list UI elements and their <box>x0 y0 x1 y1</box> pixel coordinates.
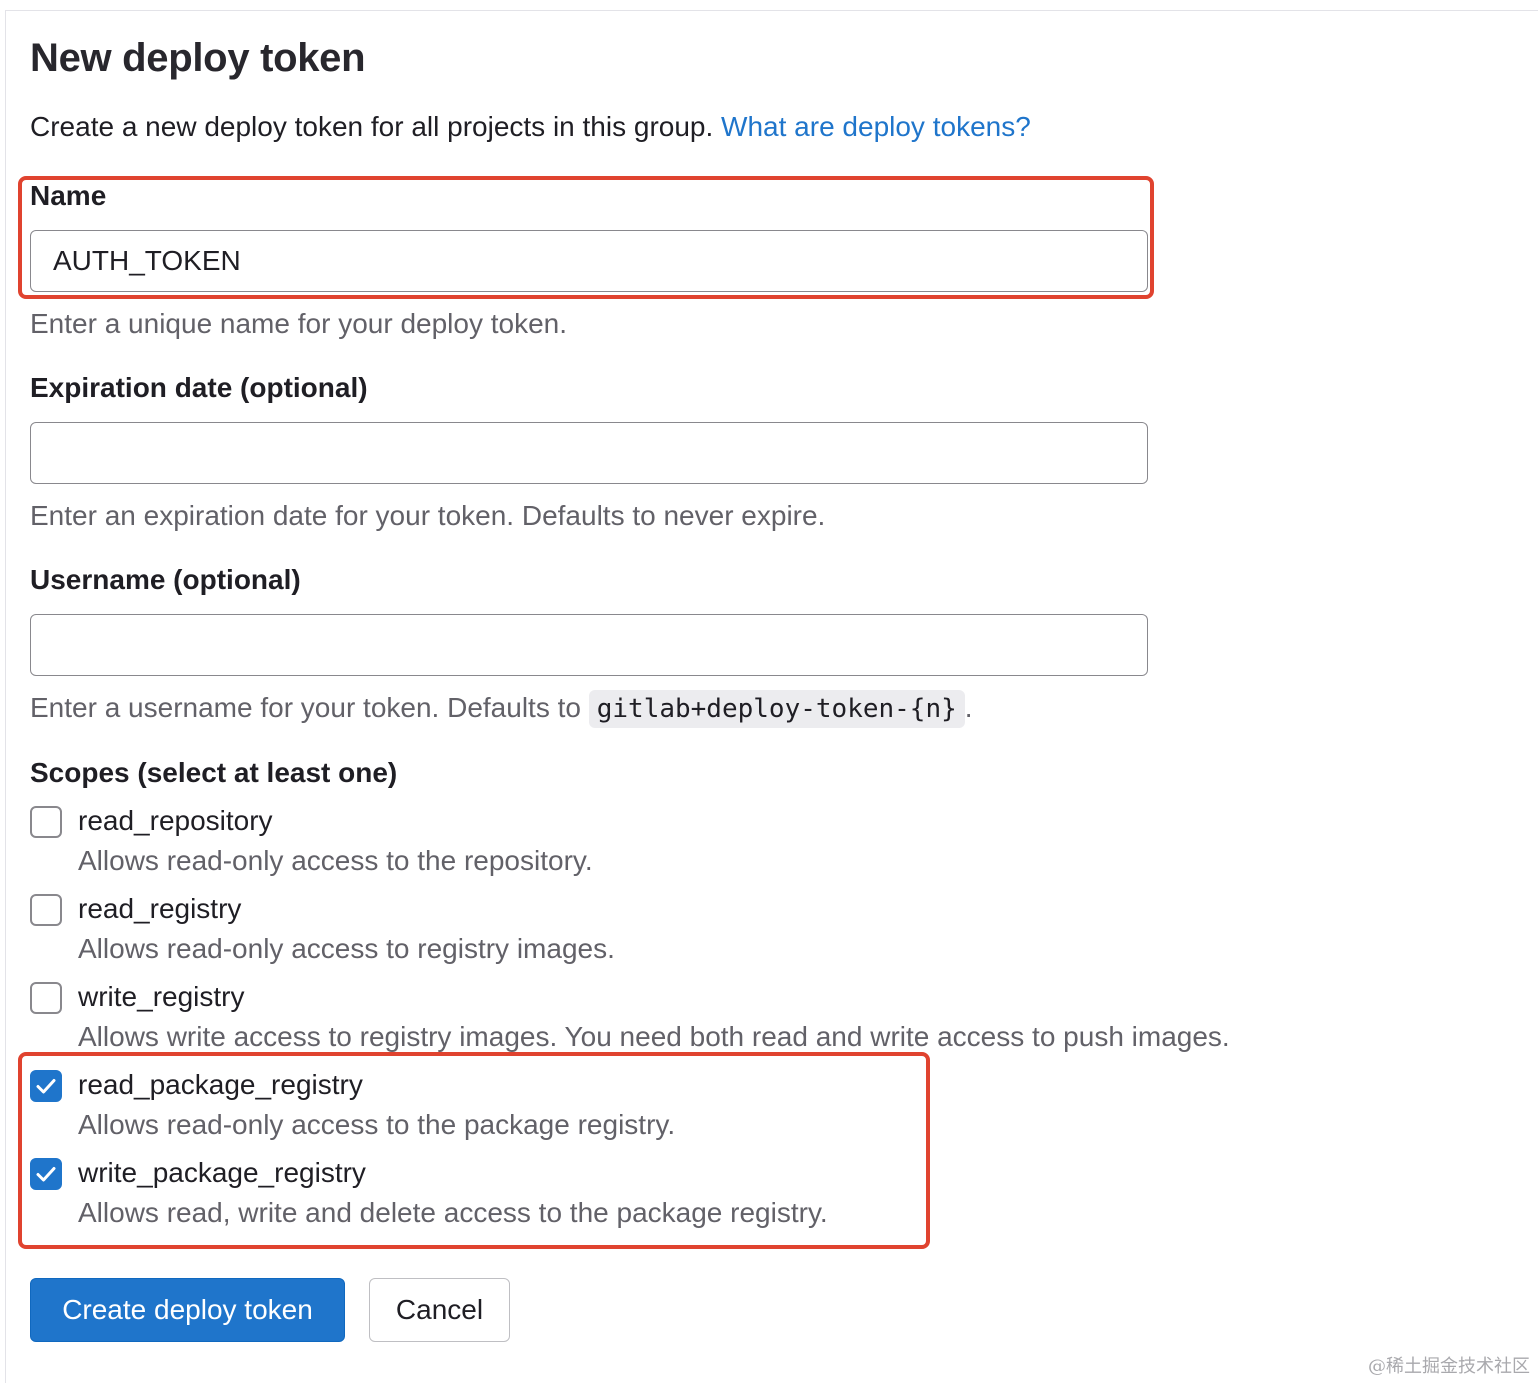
expiration-label: Expiration date (optional) <box>30 372 368 404</box>
intro-description: Create a new deploy token for all projec… <box>30 111 713 142</box>
read-package-registry-label[interactable]: read_package_registry <box>78 1069 363 1101</box>
read-registry-checkbox[interactable] <box>30 894 62 926</box>
write-package-registry-checkbox[interactable] <box>30 1158 62 1190</box>
username-help-prefix: Enter a username for your token. Default… <box>30 692 581 723</box>
expiration-date-input[interactable] <box>30 422 1148 484</box>
scopes-label: Scopes (select at least one) <box>30 757 397 789</box>
username-help-suffix: . <box>965 692 973 723</box>
write-package-registry-description: Allows read, write and delete access to … <box>78 1197 828 1229</box>
page-title: New deploy token <box>30 36 365 81</box>
username-label: Username (optional) <box>30 564 301 596</box>
intro-text: Create a new deploy token for all projec… <box>30 111 1031 143</box>
read-package-registry-checkbox[interactable] <box>30 1070 62 1102</box>
write-package-registry-label[interactable]: write_package_registry <box>78 1157 366 1189</box>
read-package-registry-description: Allows read-only access to the package r… <box>78 1109 675 1141</box>
username-input[interactable] <box>30 614 1148 676</box>
read-registry-label[interactable]: read_registry <box>78 893 241 925</box>
watermark: @稀土掘金技术社区 <box>1368 1352 1530 1378</box>
expiration-help-text: Enter an expiration date for your token.… <box>30 500 825 532</box>
write-registry-checkbox[interactable] <box>30 982 62 1014</box>
read-repository-label[interactable]: read_repository <box>78 805 273 837</box>
read-registry-description: Allows read-only access to registry imag… <box>78 933 615 965</box>
deploy-tokens-help-link[interactable]: What are deploy tokens? <box>721 111 1031 142</box>
write-registry-description: Allows write access to registry images. … <box>78 1021 1230 1053</box>
read-repository-checkbox[interactable] <box>30 806 62 838</box>
name-input[interactable]: AUTH_TOKEN <box>30 230 1148 292</box>
create-deploy-token-button[interactable]: Create deploy token <box>30 1278 345 1342</box>
username-default-code: gitlab+deploy-token-{n} <box>589 690 965 728</box>
cancel-button[interactable]: Cancel <box>369 1278 510 1342</box>
write-registry-label[interactable]: write_registry <box>78 981 244 1013</box>
read-repository-description: Allows read-only access to the repositor… <box>78 845 593 877</box>
check-icon <box>32 1072 60 1100</box>
check-icon <box>32 1160 60 1188</box>
name-help-text: Enter a unique name for your deploy toke… <box>30 308 567 340</box>
name-label: Name <box>30 180 106 212</box>
username-help-text: Enter a username for your token. Default… <box>30 692 973 724</box>
